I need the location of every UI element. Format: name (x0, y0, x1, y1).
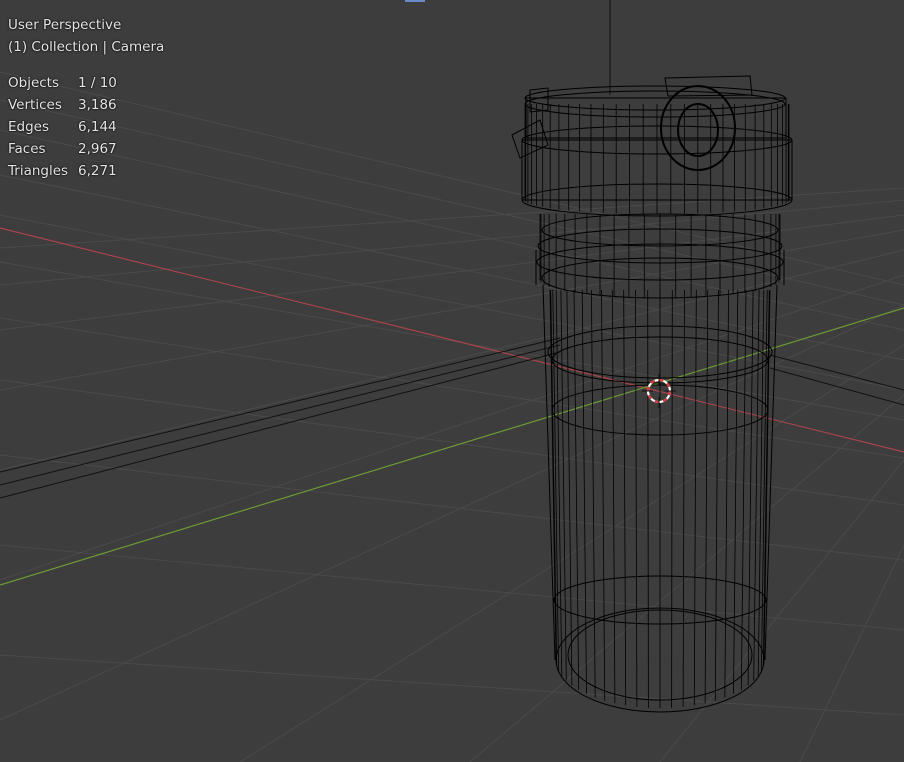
wireframe-body-lines (524, 104, 790, 708)
stat-objects: Objects 1 / 10 (8, 72, 164, 94)
collection-info: (1) Collection | Camera (8, 39, 165, 55)
stat-label: Vertices (8, 97, 62, 113)
stat-value: 3,186 (78, 97, 117, 113)
stat-label: Triangles (8, 163, 69, 179)
viewport-text-overlay: User Perspective (1) Collection | Camera… (8, 14, 164, 182)
stat-value: 6,144 (78, 119, 117, 135)
3d-viewport[interactable]: User Perspective (1) Collection | Camera… (0, 0, 904, 762)
view-name: User Perspective (8, 17, 122, 33)
stat-edges: Edges 6,144 (8, 116, 164, 138)
stat-label: Faces (8, 141, 46, 157)
stat-value: 6,271 (78, 163, 117, 179)
stat-label: Edges (8, 119, 50, 135)
stat-value: 1 / 10 (78, 75, 117, 91)
stat-value: 2,967 (78, 141, 117, 157)
stat-vertices: Vertices 3,186 (8, 94, 164, 116)
scene-statistics: Objects 1 / 10 Vertices 3,186 Edges 6,14… (8, 72, 164, 182)
stat-triangles: Triangles 6,271 (8, 160, 164, 182)
stat-faces: Faces 2,967 (8, 138, 164, 160)
stat-label: Objects (8, 75, 60, 91)
